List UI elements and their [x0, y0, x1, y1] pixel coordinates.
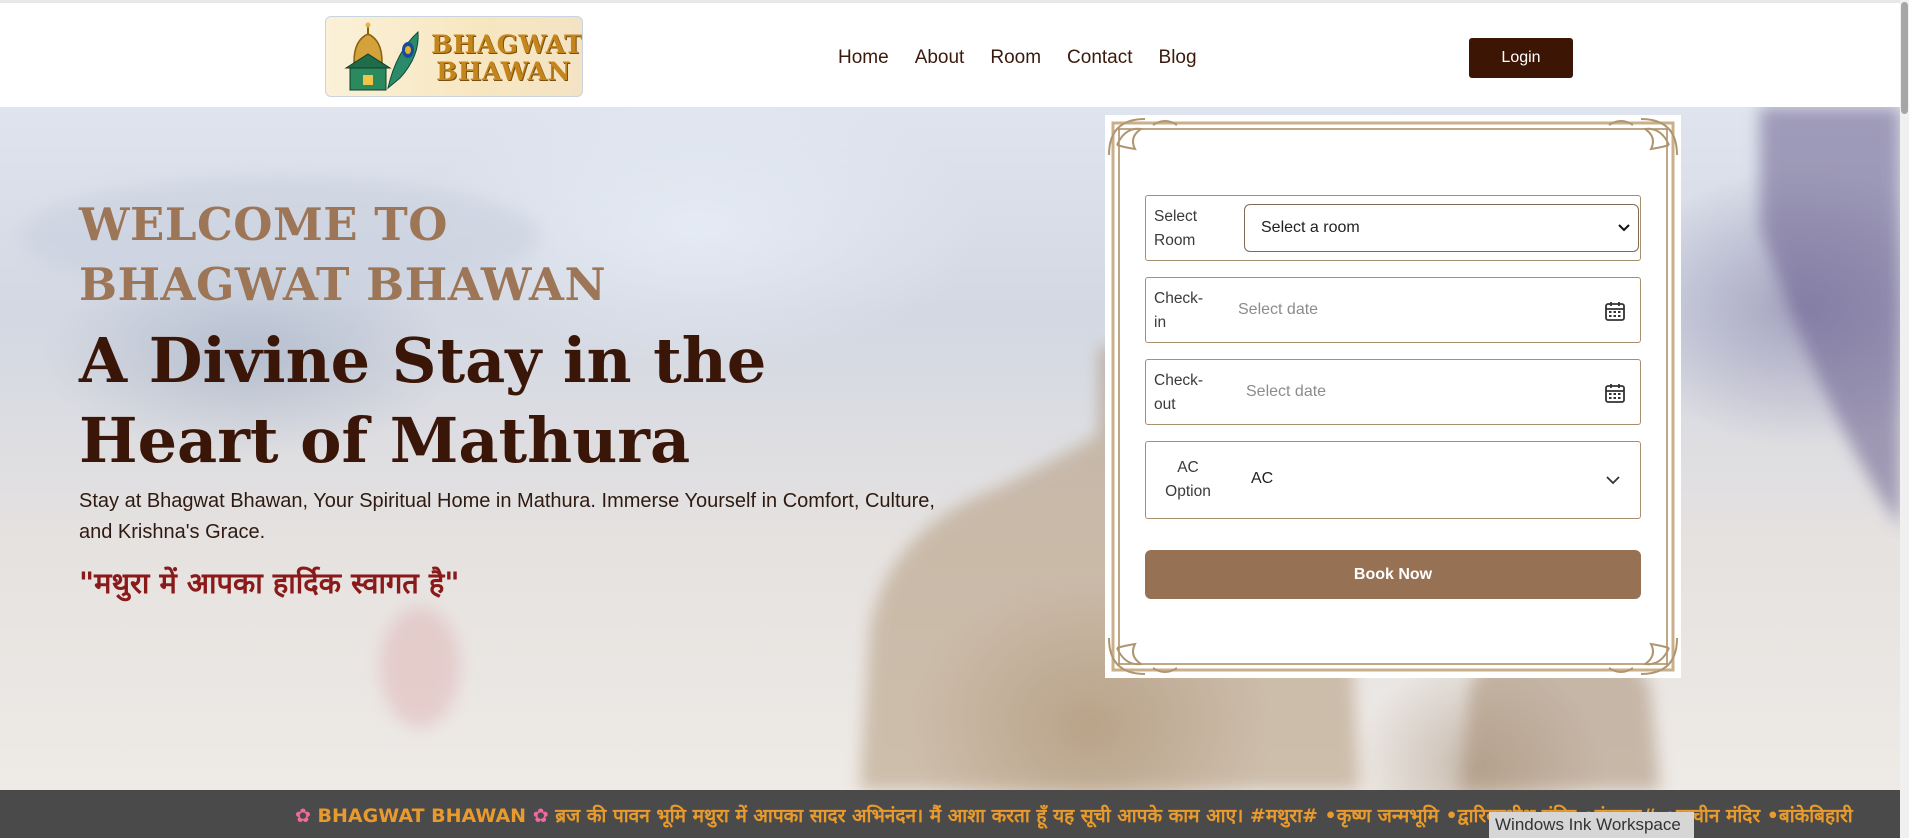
welcome-line2: BHAGWAT BHAWAN [79, 258, 607, 311]
nav-contact[interactable]: Contact [1067, 47, 1132, 69]
nav-blog[interactable]: Blog [1159, 47, 1197, 69]
site-header: BHAGWAT BHAWAN Home About Room Contact B… [0, 0, 1900, 107]
checkin-label-line2: in [1154, 314, 1167, 331]
checkin-label: Check- in [1154, 287, 1203, 335]
room-label-line2: Room [1154, 232, 1196, 249]
checkout-field[interactable]: Check- out Select date [1145, 359, 1641, 425]
site-logo[interactable]: BHAGWAT BHAWAN [325, 16, 583, 97]
hindi-greeting: "मथुरा में आपका हार्दिक स्वागत है" [79, 566, 460, 600]
calendar-icon[interactable] [1604, 300, 1626, 322]
checkin-label-line1: Check- [1154, 290, 1204, 307]
flower-icon: ✿ [295, 805, 311, 827]
temple-logo-icon [344, 22, 419, 91]
login-button[interactable]: Login [1469, 38, 1573, 78]
hero-description: Stay at Bhagwat Bhawan, Your Spiritual H… [79, 490, 935, 543]
chevron-down-icon [1618, 224, 1630, 232]
ac-label-line1: AC [1177, 459, 1199, 476]
welcome-heading: WELCOME TO BHAGWAT BHAWAN [79, 195, 779, 315]
chevron-down-icon [1606, 476, 1620, 485]
checkin-field[interactable]: Check- in Select date [1145, 277, 1641, 343]
room-label: Select Room [1154, 205, 1197, 253]
logo-wordmark: BHAGWAT BHAWAN [431, 30, 583, 86]
book-now-button[interactable]: Book Now [1145, 550, 1641, 599]
room-label-line1: Select [1154, 208, 1198, 225]
ac-label-line2: Option [1165, 483, 1211, 500]
checkout-input[interactable]: Select date [1246, 383, 1326, 401]
main-nav: Home About Room Contact Blog [838, 47, 1223, 69]
logo-text-line1: BHAGWAT [431, 30, 583, 59]
checkout-label-line2: out [1154, 396, 1176, 413]
room-select-value: Select a room [1261, 219, 1360, 236]
flower-icon: ✿ [532, 805, 549, 827]
checkout-label: Check- out [1154, 369, 1203, 417]
ac-option-field[interactable]: AC Option AC [1145, 441, 1641, 519]
checkout-label-line1: Check- [1154, 372, 1204, 389]
nav-room[interactable]: Room [990, 47, 1041, 69]
nav-about[interactable]: About [915, 47, 965, 69]
ac-option-label: AC Option [1154, 456, 1222, 504]
checkin-input[interactable]: Select date [1238, 301, 1318, 319]
welcome-line1: WELCOME TO [79, 198, 448, 251]
windows-ink-workspace-tooltip: Windows Ink Workspace [1489, 812, 1694, 838]
peacock-feather-icon [387, 30, 419, 90]
page-scrollbar[interactable] [1900, 0, 1909, 838]
ticker-brand: BHAGWAT BHAWAN [317, 805, 527, 827]
calendar-icon[interactable] [1604, 382, 1626, 404]
hero-tagline: A Divine Stay in the Heart of Mathura [79, 324, 767, 477]
nav-home[interactable]: Home [838, 47, 889, 69]
room-select[interactable]: Select a room [1244, 204, 1639, 252]
logo-text-line2: BHAWAN [436, 57, 571, 86]
scrollbar-thumb[interactable] [1901, 2, 1908, 114]
ac-option-select[interactable]: AC [1251, 470, 1273, 488]
